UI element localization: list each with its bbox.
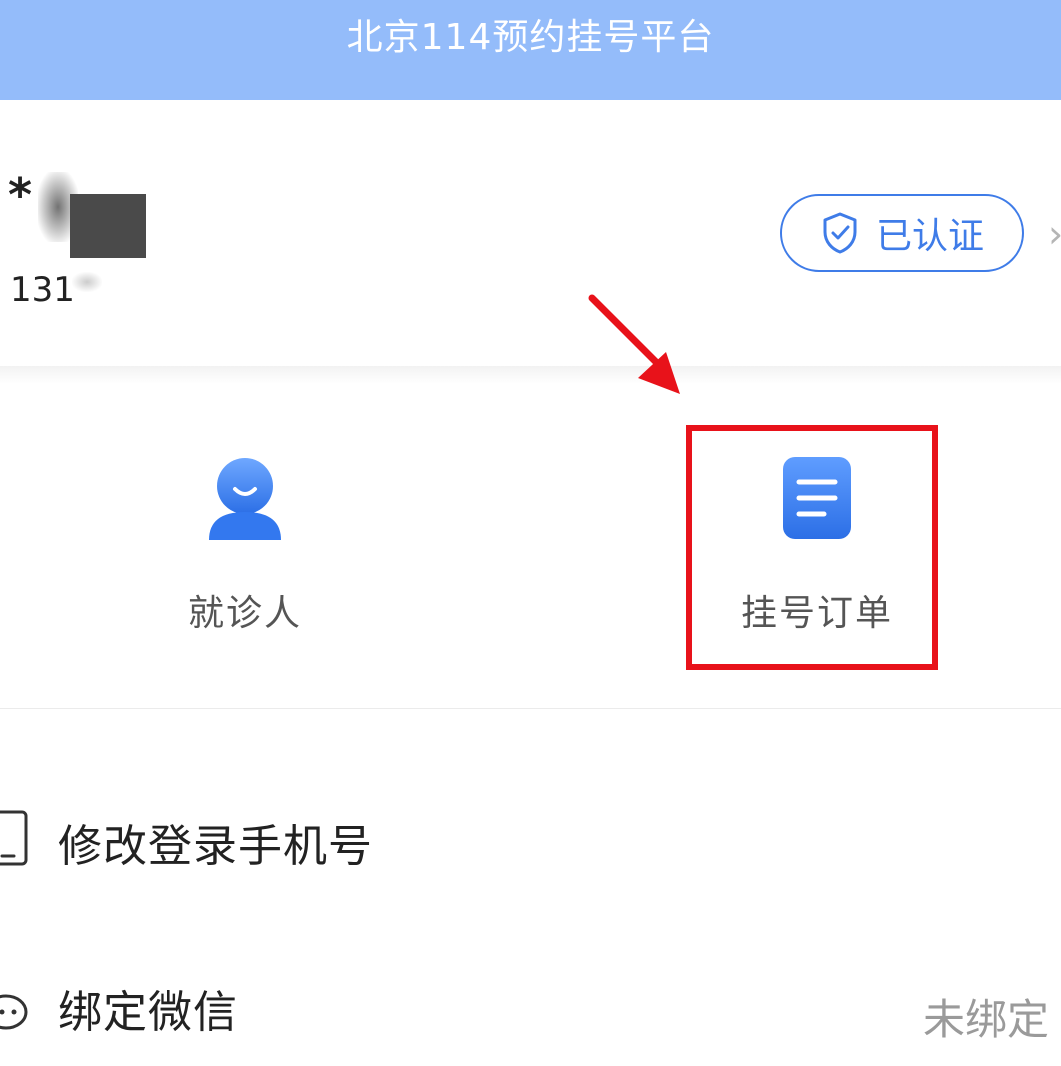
- wechat-status: 未绑定: [922, 995, 1049, 1044]
- section-divider: [0, 366, 1061, 384]
- user-phone: 131: [10, 270, 75, 310]
- shield-check-icon: [823, 212, 857, 254]
- phone-redaction-blur: [72, 272, 102, 292]
- menu-item-bind-wechat[interactable]: 绑定微信 未绑定: [0, 946, 1061, 1066]
- user-profile-card[interactable]: * 131 已认证 ›: [0, 100, 1061, 370]
- phone-icon: [0, 810, 28, 866]
- grid-item-label: 就诊人: [187, 593, 302, 634]
- app-title: 北京114预约挂号平台: [346, 17, 715, 58]
- app-header: 北京114预约挂号平台: [0, 0, 1061, 100]
- annotation-highlight-box: [686, 425, 938, 670]
- person-icon: [209, 458, 281, 540]
- menu-item-label: 修改登录手机号: [58, 821, 373, 872]
- wechat-icon: [0, 994, 28, 1030]
- chevron-right-icon[interactable]: ›: [1048, 212, 1061, 256]
- user-name: *: [8, 168, 33, 222]
- menu-item-change-phone[interactable]: 修改登录手机号: [0, 780, 1061, 900]
- grid-item-patients[interactable]: 就诊人: [140, 456, 350, 636]
- verified-label: 已认证: [875, 216, 984, 257]
- verified-badge[interactable]: 已认证: [780, 194, 1024, 272]
- annotation-arrow-icon: [588, 294, 680, 394]
- name-redaction-mask: [70, 194, 146, 258]
- menu-item-label: 绑定微信: [58, 987, 238, 1038]
